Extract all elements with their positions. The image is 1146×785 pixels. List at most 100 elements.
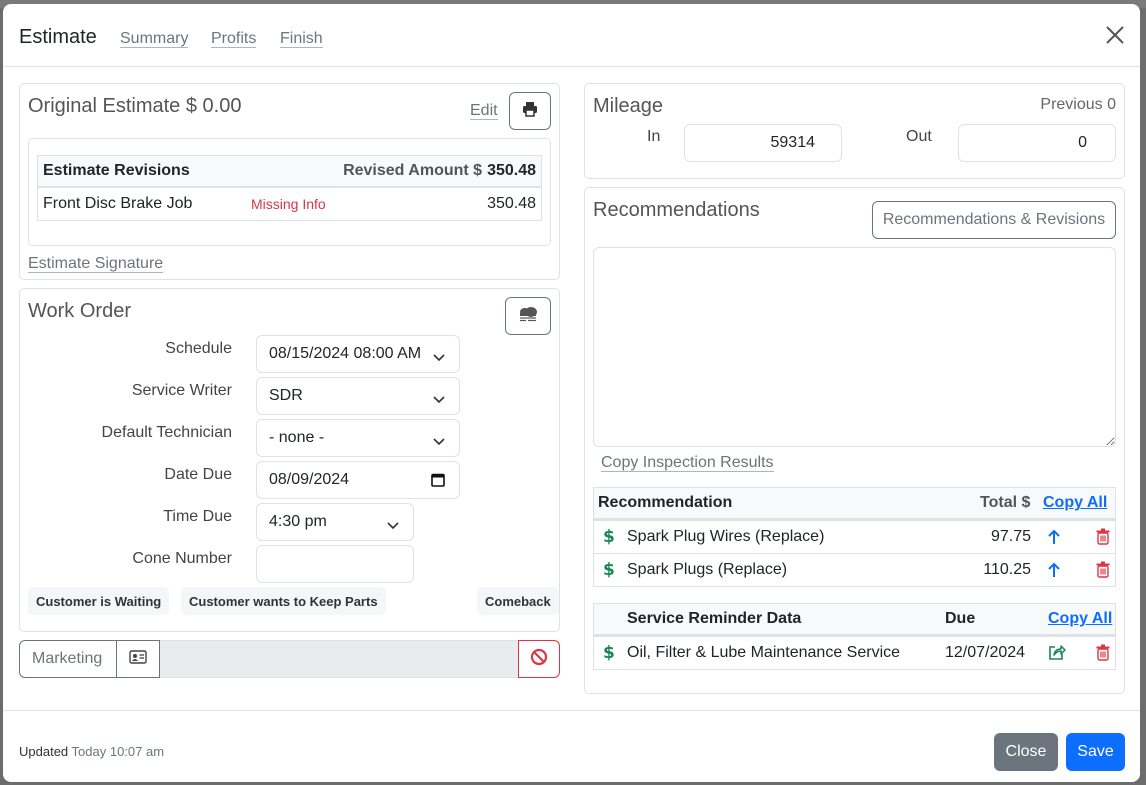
time-due-label: Time Due [163, 508, 232, 525]
original-estimate-card: Original Estimate $ 0.00 Edit Estimate R… [19, 83, 560, 280]
recommendation-name: Spark Plug Wires (Replace) [627, 528, 825, 545]
revisions-panel: Estimate Revisions Revised Amount $ 350.… [28, 138, 551, 246]
chevron-down-icon [433, 433, 445, 451]
recommendation-table-header: Recommendation Total $ Copy All [594, 488, 1115, 520]
mileage-out-value: 0 [1078, 134, 1087, 151]
revision-row[interactable]: Front Disc Brake Job Missing Info 350.48 [38, 188, 541, 220]
chevron-down-icon [433, 349, 445, 367]
trash-icon[interactable] [1096, 644, 1110, 666]
revised-amount-value: 350.48 [487, 162, 536, 179]
trash-icon[interactable] [1096, 528, 1110, 550]
summary-link[interactable]: Summary [120, 30, 189, 48]
recommendations-card: Recommendations Recommendations & Revisi… [584, 187, 1125, 694]
recommendation-header: Recommendation [598, 494, 733, 511]
modal-footer: Updated Today 10:07 am Close Save [3, 710, 1140, 782]
marketing-contact-button[interactable] [116, 640, 160, 678]
dollar-icon[interactable]: $ [602, 643, 615, 666]
default-technician-value: - none - [269, 429, 325, 446]
svg-text:$: $ [603, 643, 614, 661]
updated-status: Updated Today 10:07 am [19, 744, 164, 759]
share-icon[interactable] [1048, 644, 1066, 666]
comeback-chip[interactable]: Comeback [477, 587, 559, 615]
recommendation-row[interactable]: $ Spark Plug Wires (Replace) 97.75 [594, 520, 1115, 553]
svg-text:$: $ [603, 527, 614, 545]
svg-text:$: $ [603, 560, 614, 578]
time-due-value: 4:30 pm [269, 513, 327, 530]
marketing-label: Marketing [19, 640, 117, 678]
close-button[interactable]: Close [994, 733, 1058, 771]
close-icon[interactable] [1104, 24, 1126, 46]
copy-all-recommendations-link[interactable]: Copy All [1043, 494, 1107, 512]
date-due-label: Date Due [164, 466, 232, 483]
copy-inspection-results-link[interactable]: Copy Inspection Results [601, 454, 774, 472]
service-reminder-table: Service Reminder Data Due Copy All $ Oil… [593, 603, 1116, 670]
recommendations-revisions-button[interactable]: Recommendations & Revisions [872, 201, 1116, 239]
estimate-signature-link[interactable]: Estimate Signature [28, 255, 164, 273]
cone-number-input[interactable] [256, 545, 414, 583]
service-reminder-table-header: Service Reminder Data Due Copy All [594, 604, 1115, 636]
arrow-up-icon[interactable] [1048, 562, 1060, 583]
default-technician-label: Default Technician [101, 424, 232, 441]
modal-title: Estimate [19, 26, 97, 48]
estimate-modal: Estimate Summary Profits Finish Original… [3, 4, 1140, 782]
recommendation-total: 110.25 [983, 561, 1031, 578]
revision-amount: 350.48 [487, 195, 536, 212]
profits-link[interactable]: Profits [211, 30, 257, 48]
service-reminder-due: 12/07/2024 [945, 644, 1026, 661]
schedule-value: 08/15/2024 08:00 AM [269, 345, 422, 362]
due-header: Due [945, 610, 976, 627]
original-estimate-title: Original Estimate $ 0.00 [28, 95, 242, 117]
arrow-up-icon[interactable] [1048, 529, 1060, 550]
finish-link[interactable]: Finish [280, 30, 323, 48]
revision-name: Front Disc Brake Job [43, 195, 193, 212]
default-technician-select[interactable]: - none - [256, 419, 460, 457]
trash-icon[interactable] [1096, 561, 1110, 583]
calendar-icon[interactable] [431, 473, 445, 492]
revisions-header-label: Estimate Revisions [43, 162, 190, 179]
printer-icon [522, 101, 538, 122]
time-due-select[interactable]: 4:30 pm [256, 503, 414, 541]
keep-parts-chip[interactable]: Customer wants to Keep Parts [181, 587, 386, 615]
service-reminder-name: Oil, Filter & Lube Maintenance Service [627, 644, 901, 661]
mileage-out-label: Out [906, 128, 932, 145]
save-button[interactable]: Save [1066, 733, 1125, 771]
print-button[interactable] [509, 92, 551, 130]
mileage-card: Mileage Previous 0 In 59314 Out 0 [584, 83, 1125, 179]
customer-waiting-chip[interactable]: Customer is Waiting [28, 587, 170, 615]
mileage-out-input[interactable]: 0 [958, 124, 1116, 162]
work-order-tool-button[interactable] [505, 297, 551, 335]
edit-link[interactable]: Edit [470, 102, 498, 120]
dollar-icon[interactable]: $ [602, 560, 615, 583]
date-due-value: 08/09/2024 [269, 471, 350, 488]
mileage-previous: Previous 0 [1040, 96, 1116, 113]
mileage-in-input[interactable]: 59314 [684, 124, 842, 162]
recommendation-row[interactable]: $ Spark Plugs (Replace) 110.25 [594, 553, 1115, 586]
ban-icon [530, 648, 548, 671]
chevron-down-icon [433, 391, 445, 409]
updated-label: Updated [19, 744, 69, 759]
cone-number-label: Cone Number [132, 550, 232, 567]
work-order-card: Work Order Schedule 08/15/2024 08:00 AM … [19, 288, 560, 632]
revisions-table: Estimate Revisions Revised Amount $ 350.… [37, 155, 542, 221]
recommendations-title: Recommendations [593, 199, 760, 221]
service-writer-label: Service Writer [131, 382, 232, 399]
id-card-icon [129, 649, 147, 669]
dollar-icon[interactable]: $ [602, 527, 615, 550]
modal-header: Estimate Summary Profits Finish [3, 4, 1140, 67]
mileage-title: Mileage [593, 95, 664, 117]
updated-value: Today 10:07 am [71, 744, 165, 759]
schedule-select[interactable]: 08/15/2024 08:00 AM [256, 335, 460, 373]
service-reminder-row[interactable]: $ Oil, Filter & Lube Maintenance Service… [594, 636, 1115, 669]
recommendations-notes[interactable] [593, 247, 1116, 447]
copy-all-reminders-link[interactable]: Copy All [1048, 610, 1112, 628]
work-order-title: Work Order [28, 300, 131, 322]
revised-amount-label: Revised Amount $ [343, 162, 483, 179]
date-due-input[interactable]: 08/09/2024 [256, 461, 460, 499]
revision-status: Missing Info [251, 196, 326, 212]
total-header: Total $ [980, 494, 1031, 511]
service-writer-select[interactable]: SDR [256, 377, 460, 415]
schedule-label: Schedule [165, 340, 232, 357]
recommendation-table: Recommendation Total $ Copy All $ Spark … [593, 487, 1116, 587]
revisions-table-header: Estimate Revisions Revised Amount $ 350.… [38, 156, 541, 188]
clear-marketing-button[interactable] [518, 640, 560, 678]
